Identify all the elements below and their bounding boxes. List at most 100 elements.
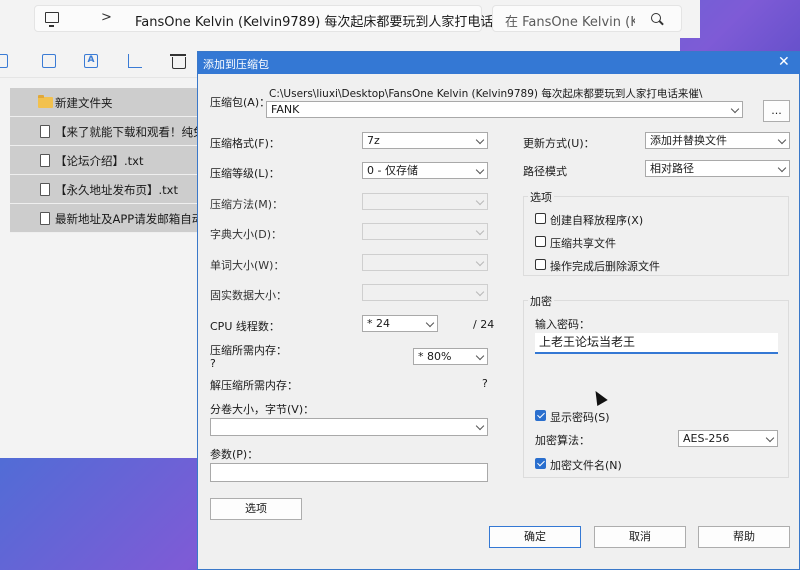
chevron-down-icon[interactable] [475, 351, 485, 361]
computer-icon [45, 12, 59, 27]
file-icon [40, 183, 50, 196]
share-icon[interactable] [128, 54, 142, 68]
encryption-group-title: 加密 [528, 293, 554, 309]
chevron-down-icon[interactable] [425, 318, 435, 328]
sfx-checkbox[interactable] [535, 213, 546, 224]
params-input[interactable] [210, 463, 488, 482]
solid-select [362, 284, 488, 301]
copy-icon[interactable] [42, 54, 56, 68]
encryption-method-select[interactable]: AES-256 [678, 430, 778, 447]
file-name: 【论坛介绍】.txt [55, 154, 144, 168]
dialog-titlebar: 添加到压缩包 ✕ [198, 52, 800, 74]
chevron-down-icon[interactable] [475, 421, 485, 431]
show-password-label[interactable]: 显示密码(S) [550, 409, 610, 425]
cancel-button[interactable]: 取消 [594, 526, 686, 548]
encryption-method-value: AES-256 [683, 432, 730, 445]
dict-label: 字典大小(D)： [210, 228, 283, 241]
address-bar[interactable]: > FansOne Kelvin (Kelvin9789) 每次起床都要玩到人家… [34, 5, 519, 32]
dict-select [362, 223, 488, 240]
cpu-value: * 24 [367, 317, 390, 330]
password-label: 输入密码： [535, 318, 590, 331]
chevron-down-icon[interactable] [475, 135, 485, 145]
list-item[interactable]: 【来了就能下载和观看！纯免费 [10, 117, 200, 146]
file-icon [40, 212, 50, 225]
update-select[interactable]: 添加并替换文件 [645, 132, 790, 149]
rename-icon[interactable]: A [84, 54, 98, 68]
decompress-memory-label: 解压缩所需内存： [210, 379, 298, 392]
file-icon [40, 125, 50, 138]
update-value: 添加并替换文件 [650, 134, 727, 147]
chevron-down-icon[interactable] [777, 163, 787, 173]
list-item[interactable]: 【永久地址发布页】.txt [10, 175, 200, 204]
level-select[interactable]: 0 - 仅存储 [362, 162, 488, 179]
search-placeholder: 在 FansOne Kelvin (Kelvin9789) 中搜索 [505, 15, 635, 30]
memory-unknown: ? [210, 357, 216, 370]
file-name: 新建文件夹 [55, 96, 113, 110]
list-item[interactable]: 新建文件夹 [10, 88, 200, 117]
ok-button[interactable]: 确定 [489, 526, 581, 548]
memory-label: 压缩所需内存： [210, 344, 287, 357]
level-value: 0 - 仅存储 [367, 164, 418, 177]
cpu-select[interactable]: * 24 [362, 315, 438, 332]
list-item[interactable]: 【论坛介绍】.txt [10, 146, 200, 175]
solid-label: 固实数据大小： [210, 289, 287, 302]
list-item[interactable]: 最新地址及APP请发邮箱自动获取 [10, 204, 200, 233]
chevron-down-icon[interactable] [777, 135, 787, 145]
browse-button[interactable]: ... [763, 100, 790, 122]
chevron-down-icon[interactable] [765, 433, 775, 443]
file-name: 最新地址及APP请发邮箱自动获取 [55, 212, 200, 226]
file-name: 【来了就能下载和观看！纯免费 [55, 125, 200, 139]
file-list: 新建文件夹 【来了就能下载和观看！纯免费 【论坛介绍】.txt 【永久地址发布页… [10, 88, 200, 233]
method-select [362, 193, 488, 210]
close-icon[interactable]: ✕ [778, 54, 790, 70]
decompress-memory-value: ? [482, 377, 488, 390]
file-icon [40, 154, 50, 167]
chevron-right-icon: > [101, 10, 112, 25]
options-button[interactable]: 选项 [210, 498, 302, 520]
memory-value: * 80% [418, 350, 452, 363]
level-label: 压缩等级(L)： [210, 167, 280, 180]
archive-label: 压缩包(A)： [210, 96, 271, 109]
search-box[interactable]: 在 FansOne Kelvin (Kelvin9789) 中搜索 [492, 5, 682, 32]
shared-checkbox[interactable] [535, 236, 546, 247]
delete-icon[interactable] [170, 54, 186, 69]
update-label: 更新方式(U)： [523, 137, 595, 150]
add-to-archive-dialog: 添加到压缩包 ✕ 压缩包(A)： C:\Users\liuxi\Desktop\… [197, 51, 800, 570]
password-input[interactable]: 上老王论坛当老王 [535, 333, 778, 354]
new-item-icon[interactable] [0, 54, 8, 68]
show-password-checkbox[interactable] [535, 410, 546, 421]
search-icon[interactable] [651, 13, 661, 23]
pathmode-select[interactable]: 相对路径 [645, 160, 790, 177]
cpu-label: CPU 线程数： [210, 320, 280, 333]
encrypt-names-checkbox[interactable] [535, 458, 546, 469]
params-label: 参数(P)： [210, 448, 259, 461]
options-group-title: 选项 [528, 189, 554, 205]
archive-name-combo[interactable]: FANK [266, 101, 743, 118]
memory-select[interactable]: * 80% [413, 348, 488, 365]
method-label: 压缩方法(M)： [210, 198, 284, 211]
word-label: 单词大小(W)： [210, 259, 285, 272]
help-button[interactable]: 帮助 [698, 526, 790, 548]
pathmode-value: 相对路径 [650, 162, 694, 175]
chevron-down-icon [475, 257, 485, 267]
explorer-titlebar: > FansOne Kelvin (Kelvin9789) 每次起床都要玩到人家… [0, 0, 700, 38]
encryption-method-label: 加密算法： [535, 434, 590, 447]
address-path: FansOne Kelvin (Kelvin9789) 每次起床都要玩到人家打电… [135, 15, 520, 30]
dialog-title: 添加到压缩包 [203, 58, 269, 71]
delete-source-label[interactable]: 操作完成后删除源文件 [550, 258, 660, 274]
shared-label[interactable]: 压缩共享文件 [550, 235, 616, 251]
delete-source-checkbox[interactable] [535, 259, 546, 270]
chevron-down-icon[interactable] [475, 165, 485, 175]
format-value: 7z [367, 134, 380, 147]
format-select[interactable]: 7z [362, 132, 488, 149]
sfx-label[interactable]: 创建自释放程序(X) [550, 212, 643, 228]
folder-icon [38, 95, 53, 108]
encrypt-names-label[interactable]: 加密文件名(N) [550, 457, 622, 473]
chevron-down-icon[interactable] [730, 104, 740, 114]
split-select[interactable] [210, 418, 488, 436]
pathmode-label: 路径模式 [523, 165, 567, 178]
archive-path: C:\Users\liuxi\Desktop\FansOne Kelvin (K… [269, 88, 703, 100]
format-label: 压缩格式(F)： [210, 137, 280, 150]
archive-name-value: FANK [271, 103, 300, 116]
chevron-down-icon [475, 287, 485, 297]
